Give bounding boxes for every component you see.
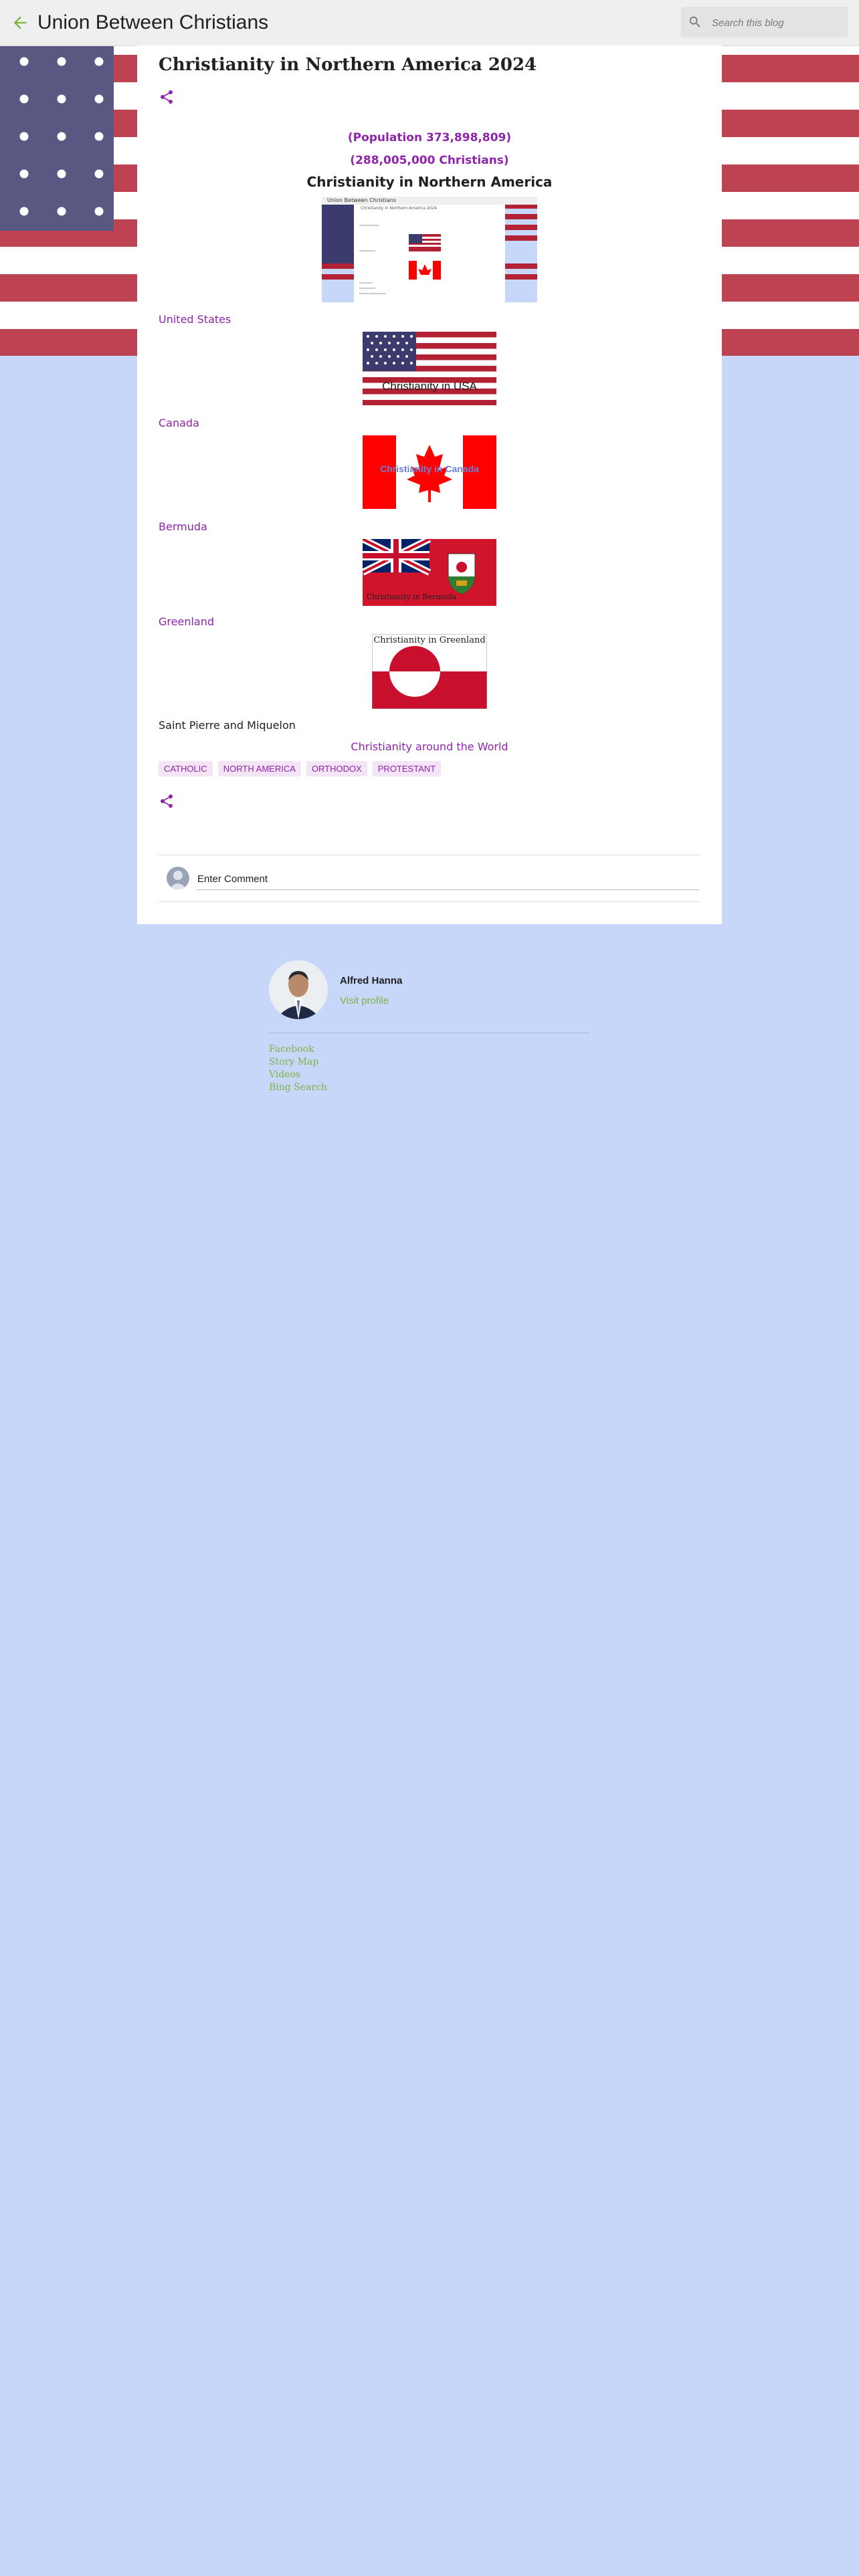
population-text: (Population 373,898,809) [347, 131, 512, 144]
search-input[interactable] [710, 7, 844, 39]
share-icon-bottom[interactable] [159, 793, 175, 809]
bermuda-flag-caption: Christianity in Bermuda [367, 593, 457, 601]
link-facebook[interactable]: Facebook [269, 1043, 327, 1056]
overview-thumbnail-graphic [322, 197, 537, 302]
greenland-flag-image[interactable]: Christianity in Greenland [372, 634, 487, 709]
country-link-bermuda[interactable]: Bermuda [159, 520, 207, 533]
search-box[interactable] [681, 7, 848, 39]
comment-divider-bottom [159, 901, 700, 902]
usa-flag-image[interactable]: Christianity in USA [363, 332, 496, 405]
thumbnail-heading: Christianity in Northern America 2024 [361, 206, 438, 211]
commenter-avatar-icon [167, 867, 189, 889]
canada-flag-image[interactable]: Christianity in Canada [363, 435, 496, 509]
link-list: Facebook Story Map Videos Bing Search [269, 1043, 327, 1094]
comment-input[interactable] [196, 868, 699, 890]
label-north-america[interactable]: NORTH AMERICA [217, 761, 301, 776]
greenland-flag-caption: Christianity in Greenland [373, 635, 486, 645]
christians-count-text: (288,005,000 Christians) [350, 154, 509, 167]
link-videos[interactable]: Videos [269, 1069, 327, 1081]
back-arrow-icon[interactable] [11, 13, 29, 32]
overview-screenshot-image[interactable]: Union Between Christians Christianity in… [322, 197, 537, 302]
country-link-united-states[interactable]: United States [159, 313, 231, 326]
bermuda-flag-image[interactable]: Christianity in Bermuda [363, 539, 496, 606]
visit-profile-link[interactable]: Visit profile [340, 995, 389, 1006]
profile-name: Alfred Hanna [340, 975, 403, 986]
usa-flag-caption: Christianity in USA [382, 380, 477, 393]
post-labels: CATHOLIC NORTH AMERICA ORTHODOX PROTESTA… [159, 761, 442, 776]
post-card: Christianity in Northern America 2024 (P… [137, 45, 722, 924]
christianity-world-link[interactable]: Christianity around the World [137, 740, 722, 753]
link-story-map[interactable]: Story Map [269, 1056, 327, 1069]
user-silhouette-icon [169, 871, 187, 889]
region-heading: Christianity in Northern America [306, 174, 553, 190]
thumbnail-window-title: Union Between Christians [327, 197, 397, 203]
top-app-bar: Union Between Christians [0, 0, 859, 46]
label-orthodox[interactable]: ORTHODOX [306, 761, 367, 776]
label-catholic[interactable]: CATHOLIC [159, 761, 213, 776]
post-title: Christianity in Northern America 2024 [159, 55, 537, 75]
blog-title[interactable]: Union Between Christians [37, 9, 268, 36]
share-icon[interactable] [159, 89, 175, 105]
country-link-greenland[interactable]: Greenland [159, 615, 214, 628]
country-link-canada[interactable]: Canada [159, 417, 199, 429]
canada-flag-caption: Christianity in Canada [380, 463, 479, 474]
saint-pierre-text: Saint Pierre and Miquelon [159, 719, 296, 732]
usa-flag-graphic [363, 332, 496, 405]
profile-avatar[interactable] [269, 960, 328, 1019]
search-icon[interactable] [688, 15, 702, 29]
profile-photo-graphic [269, 960, 328, 1019]
label-protestant[interactable]: PROTESTANT [372, 761, 442, 776]
link-bing-search[interactable]: Bing Search [269, 1081, 327, 1094]
